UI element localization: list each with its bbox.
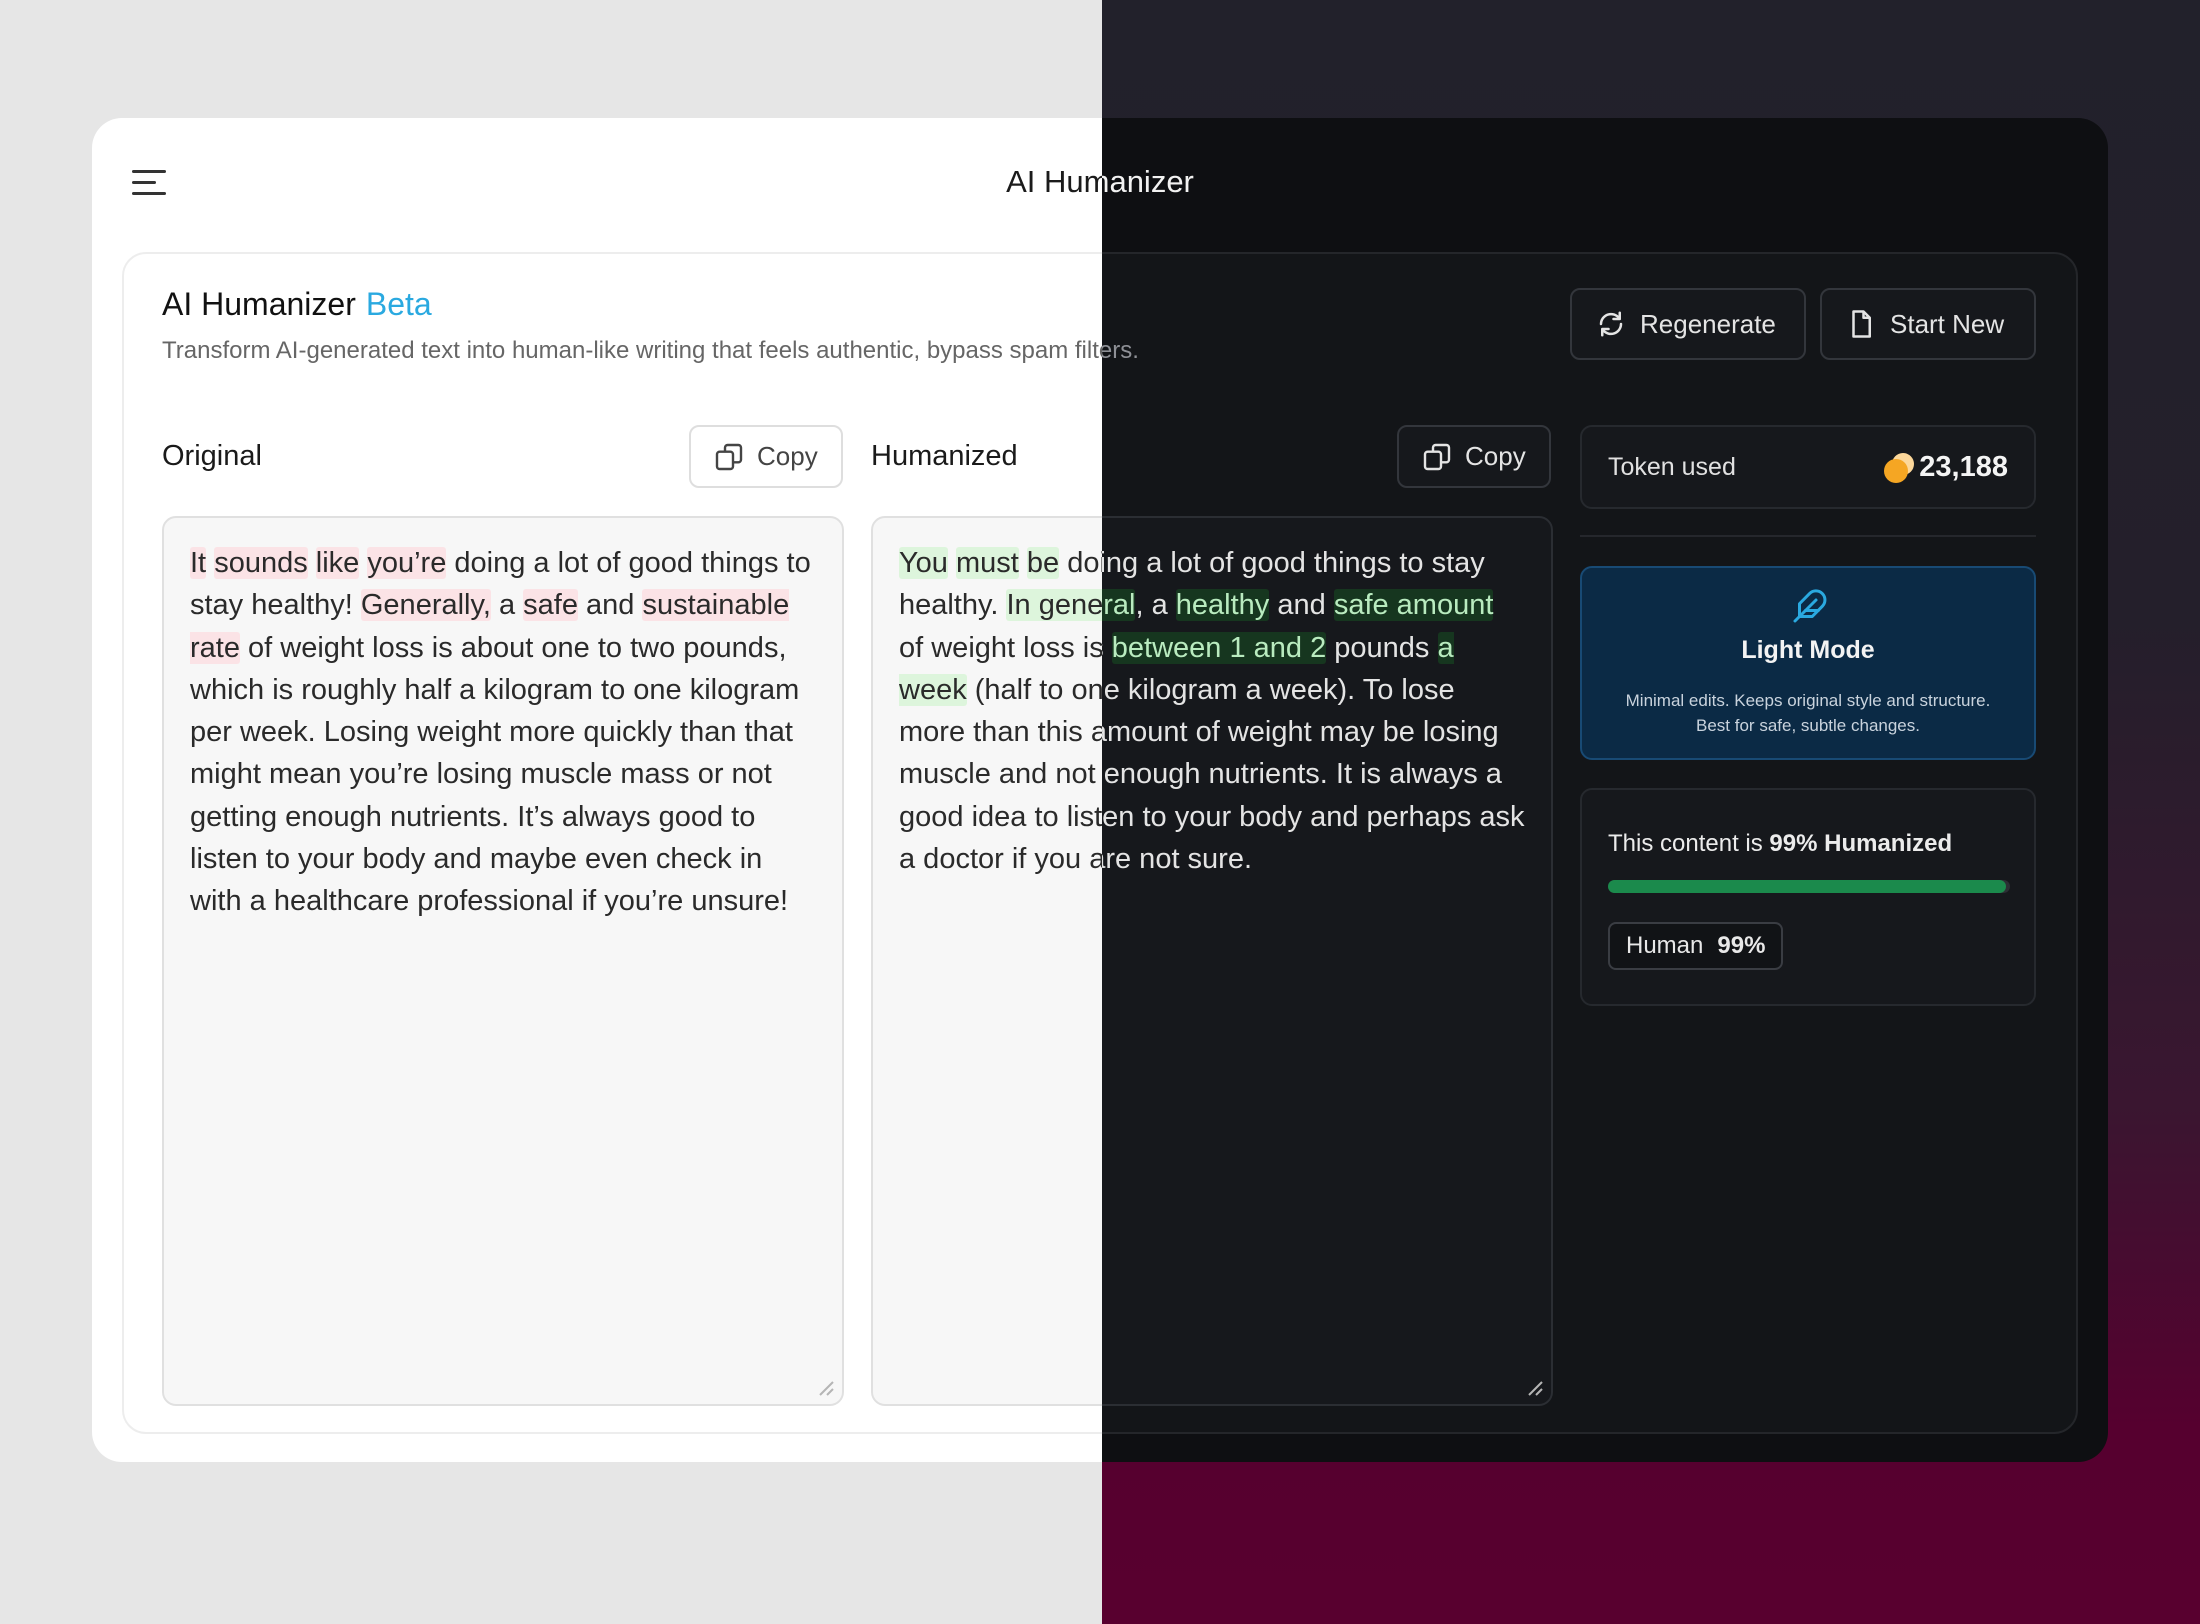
token-label: Token used [1608,453,1736,481]
copy-original-label: Copy [757,441,818,471]
text-run: pounds [1326,631,1438,664]
text-run [308,547,316,579]
humanized-label: Humanized [871,440,1018,472]
highlighted-phrase: It [190,547,207,579]
original-label: Original [162,440,262,472]
highlighted-phrase: you’re [367,547,447,579]
highlighted-phrase: like [315,547,360,579]
humanized-score-card: This content is 99% Humanized Human 99% [1580,788,2036,1006]
highlighted-phrase: must [956,547,1019,579]
refresh-icon [1599,311,1623,337]
token-value: 23,188 [1919,451,2008,483]
highlighted-phrase: healthy [1175,589,1270,622]
highlighted-phrase: safe [523,589,578,622]
highlighted-phrase: sounds [214,547,308,579]
highlighted-phrase: be [1026,547,1060,579]
original-text: It sounds like you’re doing a lot of goo… [190,542,816,923]
highlighted-phrase: You [899,547,948,579]
score-progress-bar [1608,880,2010,893]
mode-title: Light Mode [1741,636,1875,664]
copy-icon [715,443,743,470]
human-tag-label: Human [1626,932,1704,959]
mode-card-light-mode[interactable]: Light Mode Minimal edits. Keeps original… [1580,566,2036,760]
start-new-label: Start New [1890,308,2005,339]
resize-grip-icon[interactable] [1525,1378,1543,1396]
text-run: a [490,589,524,622]
document-icon [1852,310,1871,338]
copy-icon [1423,443,1451,470]
highlighted-phrase: safe amount [1333,589,1494,622]
token-usage-card: Token used 23,188 [1580,425,2036,509]
score-text: This content is 99% Humanized [1608,830,1952,858]
copy-original-button[interactable]: Copy [689,425,843,488]
highlighted-phrase: between 1 and 2 [1111,631,1327,664]
text-run: of weight loss is about one to two pound… [190,631,800,918]
page-subtitle: Transform AI-generated text into human-l… [162,337,1139,364]
text-run: and [577,589,643,622]
copy-humanized-button[interactable]: Copy [1397,425,1551,488]
coin-icon [1884,453,1914,483]
human-tag-value: 99% [1717,932,1766,959]
text-run [948,547,956,579]
text-run: of weight loss is [899,631,1112,664]
text-run [1019,547,1027,579]
score-progress-fill [1608,880,2006,893]
text-run: , a [1135,589,1176,622]
score-prefix: This content is [1608,830,1770,857]
start-new-button[interactable]: Start New [1820,288,2036,360]
sidebar-divider [1580,535,2036,537]
page-title-text: AI Humanizer [162,286,356,322]
human-score-tag: Human 99% [1608,922,1784,970]
text-run [206,547,214,579]
text-run: and [1269,589,1334,622]
mode-description: Minimal edits. Keeps original style and … [1582,688,2034,738]
regenerate-button[interactable]: Regenerate [1570,288,1806,360]
mode-description-line: Minimal edits. Keeps original style and … [1625,691,1991,710]
score-highlight: 99% Humanized [1769,830,1953,857]
regenerate-label: Regenerate [1640,308,1776,339]
resize-grip-icon[interactable] [816,1378,834,1396]
page-title: AI HumanizerBeta [162,286,432,323]
original-textarea[interactable]: It sounds like you’re doing a lot of goo… [162,516,844,1406]
copy-humanized-label: Copy [1465,441,1526,471]
highlighted-phrase: Generally, [360,589,491,622]
feather-icon [1793,589,1827,623]
mode-description-line: Best for safe, subtle changes. [1696,716,1920,735]
beta-badge: Beta [365,286,432,322]
